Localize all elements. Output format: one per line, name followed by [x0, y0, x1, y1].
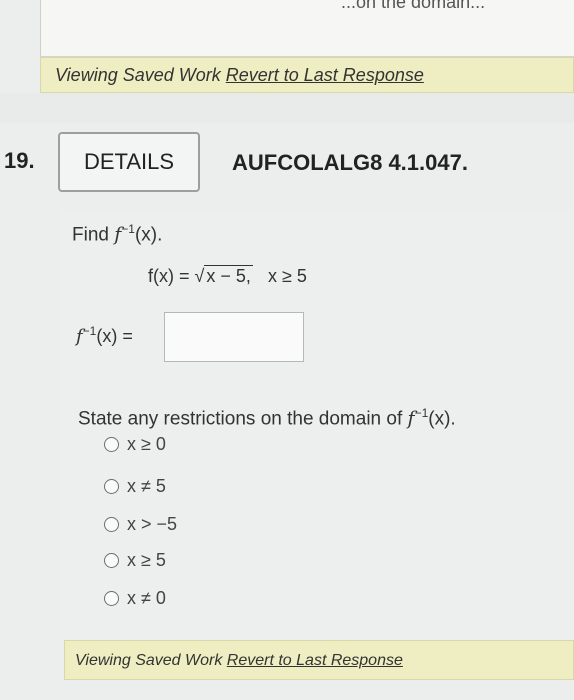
option-radio-2[interactable]: x ≠ 5	[104, 476, 166, 497]
details-button[interactable]: DETAILS	[58, 132, 200, 192]
previous-question-strip: ...on the domain...	[40, 0, 574, 57]
answer-suffix: (x) =	[96, 326, 133, 346]
answer-label: f−1(x) =	[76, 324, 133, 347]
radio-circle-icon[interactable]	[104, 517, 119, 532]
option-label: x ≠ 5	[127, 476, 166, 496]
option-label: x ≠ 0	[127, 588, 166, 608]
radio-circle-icon[interactable]	[104, 591, 119, 606]
saved-work-banner: Viewing Saved Work Revert to Last Respon…	[40, 57, 574, 93]
restriction-prefix: State any restrictions on the domain of	[78, 408, 408, 430]
find-instruction: Find f−1(x).	[72, 222, 162, 246]
cut-off-text: ...on the domain...	[341, 0, 486, 12]
option-label: x ≥ 0	[127, 434, 166, 454]
domain-condition: x ≥ 5	[267, 266, 307, 286]
find-exp: −1	[121, 222, 135, 236]
inverse-answer-input[interactable]	[164, 312, 304, 362]
radicand: x − 5,	[204, 265, 253, 286]
answer-fn: f	[76, 326, 83, 347]
restriction-suffix: (x).	[428, 408, 456, 430]
revert-link[interactable]: Revert to Last Response	[226, 65, 424, 85]
radio-circle-icon[interactable]	[104, 479, 119, 494]
restriction-prompt: State any restrictions on the domain of …	[78, 406, 456, 430]
option-label: x > −5	[127, 514, 178, 534]
footer-viewing-text: Viewing Saved Work	[75, 652, 227, 669]
sqrt-symbol: √	[194, 266, 205, 286]
option-radio-1[interactable]: x ≥ 0	[104, 434, 166, 455]
separator	[0, 93, 574, 123]
answer-exp: −1	[82, 324, 97, 338]
question-number: 19.	[4, 148, 35, 173]
function-equation: f(x) = √ x − 5, x ≥ 5	[148, 265, 307, 287]
option-radio-5[interactable]: x ≠ 0	[104, 588, 166, 609]
restriction-fn: f	[407, 407, 415, 430]
find-suffix: (x).	[134, 224, 163, 246]
option-radio-3[interactable]: x > −5	[104, 514, 177, 535]
find-prefix: Find	[72, 224, 115, 246]
restriction-exp: −1	[414, 406, 429, 420]
saved-work-footer: Viewing Saved Work Revert to Last Respon…	[64, 640, 574, 680]
footer-revert-link[interactable]: Revert to Last Response	[227, 652, 403, 669]
question-id: AUFCOLALG8 4.1.047.	[232, 150, 468, 175]
option-radio-4[interactable]: x ≥ 5	[104, 550, 166, 571]
option-label: x ≥ 5	[127, 550, 166, 570]
radio-circle-icon[interactable]	[104, 553, 119, 568]
eq-left: f(x) =	[148, 266, 195, 286]
radio-circle-icon[interactable]	[104, 437, 119, 452]
viewing-saved-work-text: Viewing Saved Work	[55, 65, 226, 85]
